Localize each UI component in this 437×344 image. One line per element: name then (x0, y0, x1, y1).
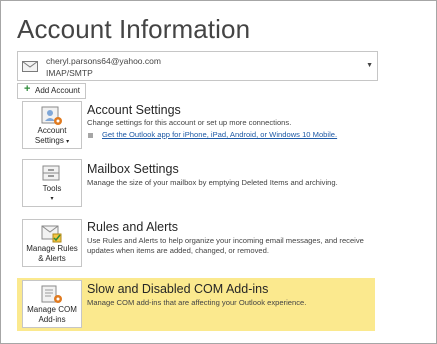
account-protocol: IMAP/SMTP (46, 68, 93, 78)
tools-button-label: Tools ▾ (42, 184, 62, 202)
rules-alerts-description: Use Rules and Alerts to help organize yo… (87, 236, 364, 255)
com-addins-description: Manage COM add-ins that are affecting yo… (87, 298, 307, 307)
mailbox-settings-description: Manage the size of your mailbox by empty… (87, 178, 338, 187)
account-email: cheryl.parsons64@yahoo.com (46, 56, 161, 66)
com-addins-title: Slow and Disabled COM Add-ins (87, 282, 269, 296)
page-title: Account Information (17, 14, 251, 44)
bullet-icon (88, 133, 93, 138)
tools-button[interactable]: Tools ▾ (22, 159, 82, 207)
chevron-down-icon[interactable]: ▼ (366, 62, 373, 69)
outlook-app-link[interactable]: Get the Outlook app for iPhone, iPad, An… (102, 130, 337, 139)
account-settings-button[interactable]: Account Settings ▾ (22, 101, 82, 149)
account-settings-icon (41, 106, 62, 125)
mail-icon (22, 61, 38, 72)
mailbox-settings-title: Mailbox Settings (87, 162, 179, 176)
account-settings-title: Account Settings (87, 103, 181, 117)
account-selector-dropdown[interactable]: cheryl.parsons64@yahoo.com IMAP/SMTP ▼ (17, 51, 378, 81)
manage-rules-alerts-label: Manage Rules & Alerts (26, 244, 78, 263)
rules-alerts-title: Rules and Alerts (87, 220, 179, 234)
account-settings-button-label: Account Settings ▾ (34, 126, 70, 145)
manage-rules-alerts-button[interactable]: Manage Rules & Alerts (22, 219, 82, 267)
mailbox-tools-icon (42, 165, 60, 181)
manage-com-addins-label: Manage COM Add-ins (27, 305, 77, 324)
plus-icon: + (24, 83, 31, 95)
account-settings-description: Change settings for this account or set … (87, 118, 292, 127)
manage-com-addins-button[interactable]: Manage COM Add-ins (22, 280, 82, 328)
com-addins-icon (41, 285, 62, 303)
add-account-label: Add Account (35, 86, 80, 95)
add-account-button[interactable]: + Add Account (17, 83, 86, 99)
rules-alerts-icon (41, 225, 62, 243)
